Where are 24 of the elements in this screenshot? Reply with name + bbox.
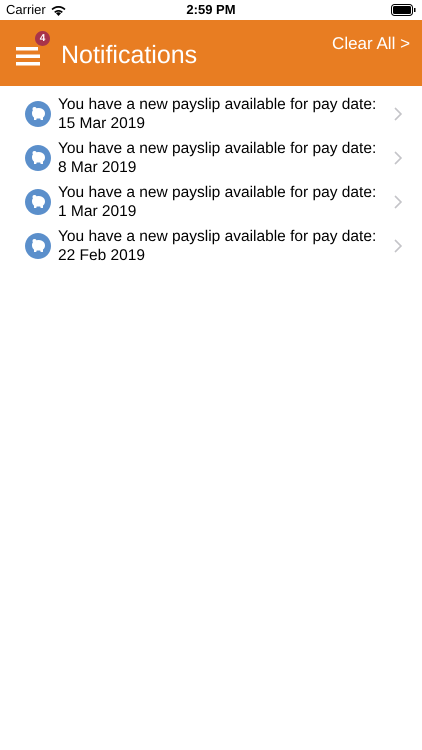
notification-row[interactable]: You have a new payslip available for pay date: 22 Feb 2019 [0, 224, 422, 268]
status-time: 2:59 PM [186, 1, 236, 20]
notification-badge: 4 [35, 31, 50, 46]
notification-text: You have a new payslip available for pay date: 22 Feb 2019 [58, 227, 378, 265]
wifi-icon [50, 4, 66, 16]
battery-icon [391, 4, 416, 16]
menu-button[interactable] [16, 45, 40, 67]
notification-row[interactable]: You have a new payslip available for pay date: 15 Mar 2019 [0, 92, 422, 136]
page-title: Notifications [61, 40, 198, 71]
chevron-right-icon [394, 239, 402, 253]
chevron-right-icon [394, 195, 402, 209]
notification-text: You have a new payslip available for pay date: 1 Mar 2019 [58, 183, 378, 221]
notification-row[interactable]: You have a new payslip available for pay date: 1 Mar 2019 [0, 180, 422, 224]
carrier-label: Carrier [6, 1, 46, 20]
notification-text: You have a new payslip available for pay date: 15 Mar 2019 [58, 95, 378, 133]
notification-text: You have a new payslip available for pay date: 8 Mar 2019 [58, 139, 378, 177]
chevron-right-icon [394, 151, 402, 165]
menu-icon [16, 45, 40, 67]
piggy-bank-icon [25, 189, 51, 215]
chevron-right-icon [394, 107, 402, 121]
piggy-bank-icon [25, 145, 51, 171]
piggy-bank-icon [25, 101, 51, 127]
piggy-bank-icon [25, 233, 51, 259]
notification-row[interactable]: You have a new payslip available for pay date: 8 Mar 2019 [0, 136, 422, 180]
